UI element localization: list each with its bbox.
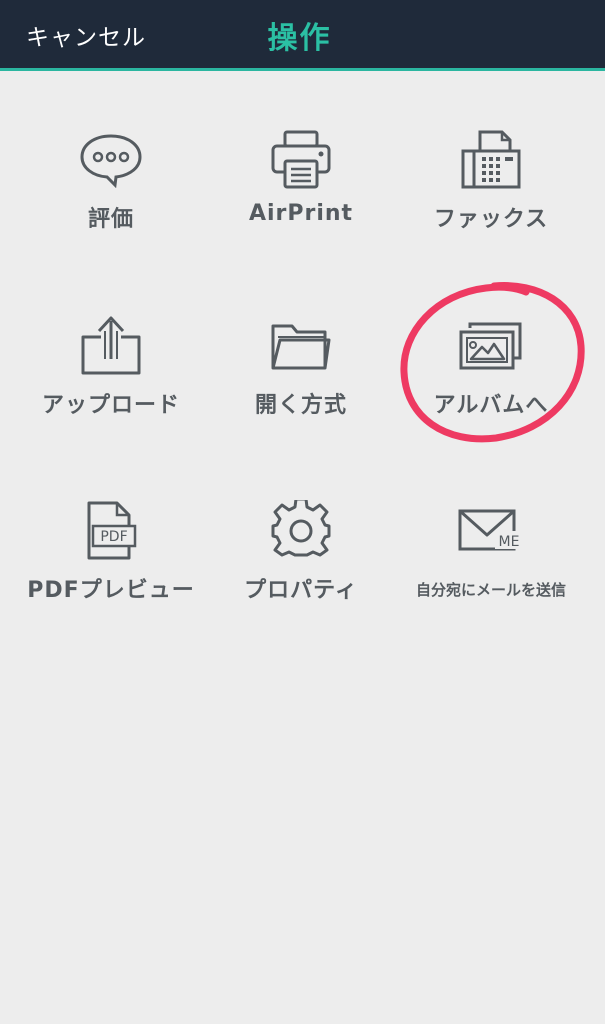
action-rating[interactable]: 評価	[16, 125, 206, 285]
action-airprint[interactable]: AirPrint	[206, 125, 396, 285]
page-title: 操作	[267, 21, 332, 56]
gear-icon	[266, 496, 336, 566]
svg-text:PDF: PDF	[100, 529, 127, 545]
action-open-in[interactable]: 開く方式	[206, 311, 396, 471]
fax-icon	[456, 125, 526, 195]
action-label: PDFプレビュー	[27, 578, 195, 603]
speech-bubble-icon	[76, 125, 146, 195]
action-upload[interactable]: アップロード	[16, 311, 206, 471]
action-label: アルバムへ	[433, 393, 549, 418]
folder-icon	[266, 311, 336, 381]
action-label: ファックス	[433, 207, 549, 232]
navigation-bar: キャンセル 操作	[0, 0, 605, 71]
action-label: 自分宛にメールを送信	[415, 581, 566, 599]
action-properties[interactable]: プロパティ	[206, 496, 396, 656]
printer-icon	[266, 125, 336, 195]
action-label: 開く方式	[254, 393, 347, 418]
pdf-document-icon: PDF	[76, 496, 146, 566]
action-save-to-album[interactable]: アルバムへ	[396, 311, 586, 471]
svg-text:ME: ME	[499, 534, 520, 550]
action-pdf-preview[interactable]: PDF PDFプレビュー	[16, 496, 206, 656]
action-label: 評価	[87, 207, 134, 232]
action-fax[interactable]: ファックス	[396, 125, 586, 285]
upload-icon	[76, 311, 146, 381]
action-label: AirPrint	[248, 201, 354, 226]
action-label: プロパティ	[244, 578, 358, 603]
photo-album-icon	[456, 311, 526, 381]
mail-to-me-icon: ME	[456, 496, 526, 566]
action-label: アップロード	[41, 393, 180, 418]
action-email-to-self[interactable]: ME 自分宛にメールを送信	[396, 496, 586, 656]
